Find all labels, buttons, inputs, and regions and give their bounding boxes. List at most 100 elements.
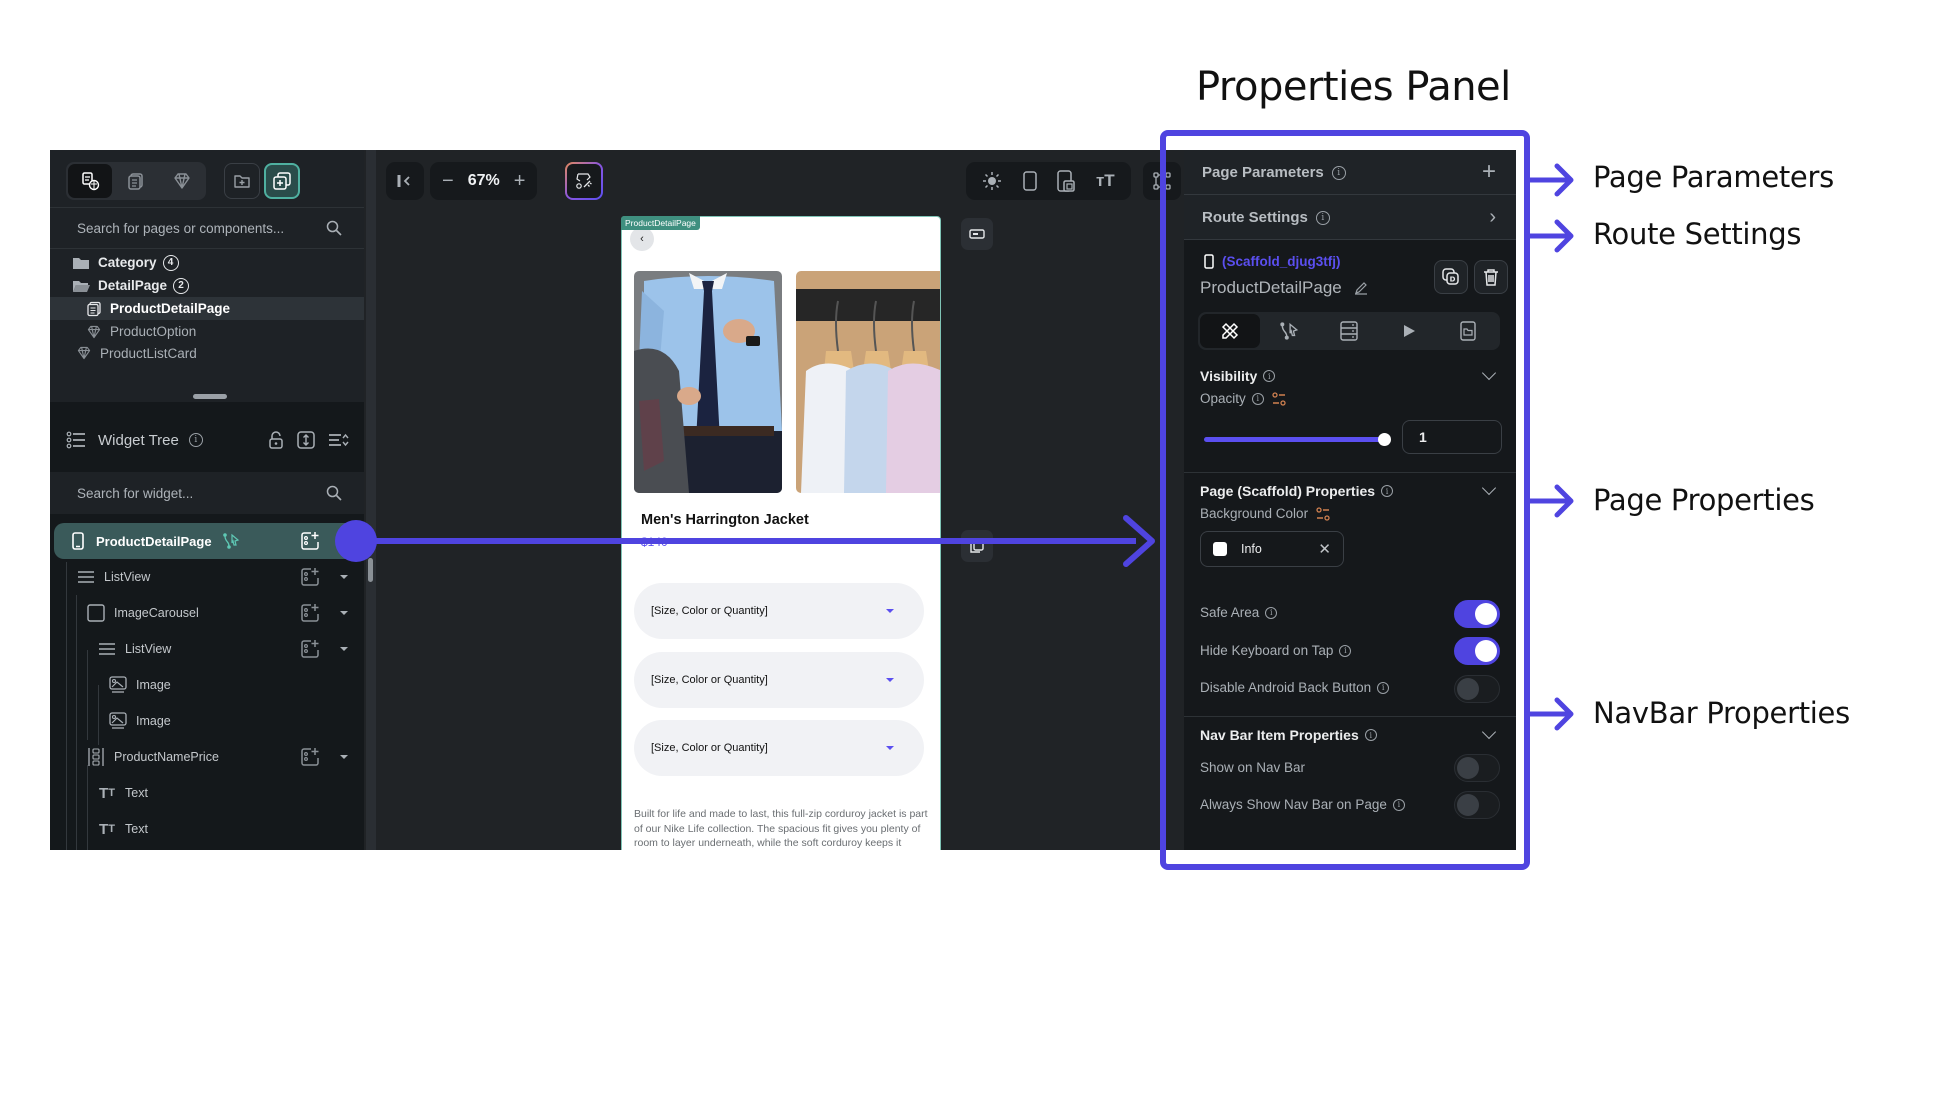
- folder-open-icon: [73, 280, 90, 292]
- action-flow-icon[interactable]: [222, 532, 240, 550]
- left-panel-scrollbar[interactable]: [366, 150, 376, 850]
- option-dropdown[interactable]: [Size, Color or Quantity]: [634, 720, 924, 776]
- zoom-out-button[interactable]: −: [442, 170, 454, 193]
- product-image[interactable]: [634, 271, 782, 493]
- mode-tab-pages[interactable]: [114, 164, 158, 198]
- option-dropdown[interactable]: [Size, Color or Quantity]: [634, 583, 924, 639]
- add-widget-icon: [301, 748, 319, 766]
- image-icon: [108, 675, 128, 695]
- preview-tools: ᴛT: [966, 162, 1131, 200]
- add-widget-icon: [301, 640, 319, 658]
- tree-folder-category[interactable]: Category 4: [50, 251, 364, 274]
- zoom-in-button[interactable]: +: [514, 170, 526, 193]
- add-page-button[interactable]: [264, 163, 300, 199]
- scrollbar-thumb[interactable]: [368, 558, 373, 582]
- page-search-field[interactable]: Search for pages or components...: [50, 207, 364, 249]
- expand-caret[interactable]: [340, 647, 348, 651]
- zoom-control: − 67% +: [430, 162, 538, 200]
- widget-item-image[interactable]: Image: [50, 667, 364, 703]
- duplicate-widget-button[interactable]: [961, 530, 993, 562]
- collapse-all-icon[interactable]: [328, 432, 350, 448]
- component-icon: [87, 325, 101, 338]
- product-image[interactable]: [796, 271, 940, 493]
- caret-down-icon: [886, 609, 894, 613]
- phone-device-icon[interactable]: [1023, 171, 1037, 191]
- column-icon: [86, 747, 106, 767]
- phone-preview: ‹ Men's Harrington Jacket [Size, Color o…: [621, 216, 941, 850]
- widget-item-text[interactable]: TT Text: [50, 775, 364, 811]
- component-icon: [77, 346, 91, 360]
- widget-search-field[interactable]: Search for widget...: [50, 472, 364, 514]
- widget-search-placeholder: Search for widget...: [77, 485, 194, 501]
- widget-item-image[interactable]: Image: [50, 703, 364, 739]
- option-dropdown[interactable]: [Size, Color or Quantity]: [634, 652, 924, 708]
- collapse-panel-button[interactable]: [386, 162, 424, 200]
- expand-caret[interactable]: [340, 611, 348, 615]
- widget-tree-list: ProductDetailPage ListView ImageCarousel…: [50, 523, 364, 847]
- image-icon: [108, 711, 128, 731]
- left-panel: Search for pages or components... Catego…: [50, 150, 364, 850]
- connector-arrowhead-icon: [1123, 515, 1155, 567]
- zoom-level: 67%: [467, 172, 500, 189]
- annotation-page-parameters: Page Parameters: [1593, 160, 1834, 194]
- mode-segmented-control: [66, 162, 206, 200]
- product-name: Men's Harrington Jacket: [641, 512, 809, 528]
- add-child-widget-button[interactable]: [300, 567, 320, 590]
- text-scale-icon[interactable]: ᴛT: [1096, 171, 1115, 191]
- page-tag: ProductDetailPage: [621, 216, 700, 230]
- add-child-widget-button[interactable]: [300, 747, 320, 770]
- search-icon: [326, 485, 342, 501]
- widget-item-listview[interactable]: ListView: [50, 631, 364, 667]
- add-folder-button[interactable]: [224, 163, 260, 199]
- widget-tree-header: Widget Tree i: [50, 410, 364, 470]
- collapse-left-icon: [397, 175, 410, 187]
- tree-component-productoption[interactable]: ProductOption: [50, 320, 364, 343]
- add-child-widget-button[interactable]: [300, 603, 320, 626]
- add-page-icon: [273, 172, 291, 190]
- annotation-navbar-properties: NavBar Properties: [1593, 696, 1850, 730]
- caret-down-icon: [886, 746, 894, 750]
- add-widget-icon: [301, 604, 319, 622]
- expand-caret[interactable]: [340, 755, 348, 759]
- add-child-widget-button[interactable]: [300, 639, 320, 662]
- tree-component-productlistcard[interactable]: ProductListCard: [50, 343, 364, 363]
- widget-tree-icon: [66, 431, 85, 449]
- arrow-right-icon: [1527, 697, 1574, 731]
- back-button[interactable]: ‹: [630, 227, 654, 251]
- tree-page-productdetailpage[interactable]: ProductDetailPage: [50, 297, 364, 320]
- resize-widget-button[interactable]: [961, 218, 993, 250]
- add-widget-icon: [301, 568, 319, 586]
- components-icon: [174, 173, 190, 189]
- expand-vertical-icon[interactable]: [296, 430, 316, 450]
- resize-icon: [969, 229, 985, 239]
- light-mode-icon[interactable]: [982, 171, 1002, 191]
- expand-caret[interactable]: [340, 575, 348, 579]
- add-child-widget-button[interactable]: [300, 531, 320, 554]
- mode-tab-components[interactable]: [160, 164, 204, 198]
- page-search-placeholder: Search for pages or components...: [77, 220, 285, 236]
- widget-item-imagecarousel[interactable]: ImageCarousel: [50, 595, 364, 631]
- list-icon: [76, 567, 96, 587]
- annotation-page-properties: Page Properties: [1593, 483, 1815, 517]
- caret-down-icon: [886, 678, 894, 682]
- mode-tab-pages-components[interactable]: [68, 164, 112, 198]
- pages-components-icon: [82, 172, 100, 191]
- info-icon[interactable]: i: [188, 433, 203, 447]
- widget-item-listview[interactable]: ListView: [50, 559, 364, 595]
- chevron-left-icon: ‹: [640, 233, 644, 245]
- panel-resize-handle[interactable]: [193, 394, 227, 399]
- responsive-device-icon[interactable]: [1057, 170, 1076, 192]
- product-description: Built for life and made to last, this fu…: [634, 808, 928, 849]
- lock-open-icon[interactable]: [268, 431, 284, 449]
- count-badge: 2: [173, 277, 190, 294]
- ai-gen-button[interactable]: [565, 162, 603, 200]
- page-icon: [87, 301, 101, 316]
- widget-item-productnameprice[interactable]: ProductNamePrice: [50, 739, 364, 775]
- properties-panel-highlight: [1160, 130, 1530, 870]
- product-photo-shirt-tie: [634, 271, 782, 493]
- text-icon: TT: [99, 820, 115, 838]
- page-selector-panel: Search for pages or components... Catego…: [50, 150, 364, 402]
- tree-folder-detailpage[interactable]: DetailPage 2: [50, 274, 364, 297]
- widget-item-text[interactable]: TT Text: [50, 811, 364, 847]
- widget-item-productdetailpage[interactable]: ProductDetailPage: [54, 523, 364, 559]
